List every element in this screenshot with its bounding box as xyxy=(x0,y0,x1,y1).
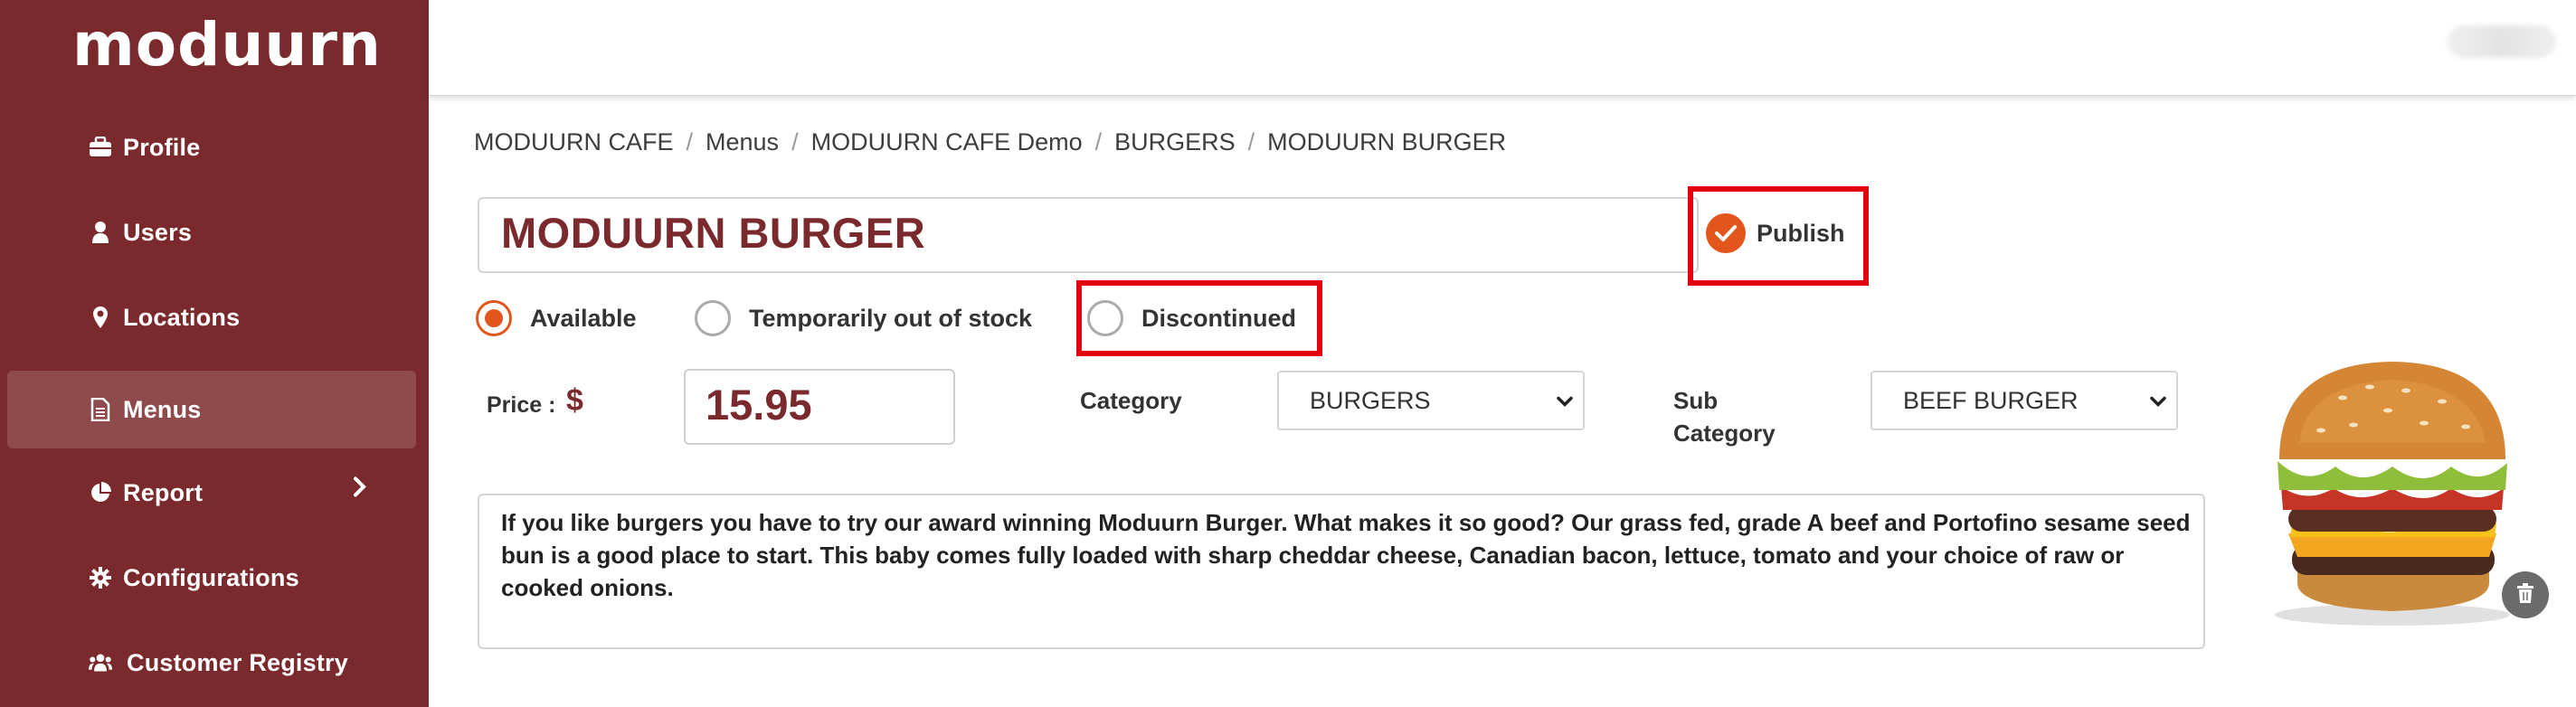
breadcrumb-separator: / xyxy=(791,128,799,156)
breadcrumb: MODUURN CAFE / Menus / MODUURN CAFE Demo… xyxy=(474,128,1506,156)
currency-symbol: $ xyxy=(566,383,583,418)
sidebar-item-customer-registry[interactable]: Customer Registry xyxy=(7,624,416,702)
sidebar-item-report[interactable]: Report xyxy=(7,454,416,532)
subcategory-label-line2: Category xyxy=(1673,419,1776,447)
sidebar-item-label: Customer Registry xyxy=(127,648,348,676)
briefcase-icon xyxy=(89,136,112,159)
user-menu[interactable] xyxy=(2448,25,2556,58)
sidebar-item-label: Users xyxy=(123,218,193,246)
breadcrumb-item[interactable]: MODUURN CAFE xyxy=(474,128,674,156)
radio-circle xyxy=(1087,300,1123,336)
sidebar-item-users[interactable]: Users xyxy=(7,193,416,271)
sidebar-item-configurations[interactable]: Configurations xyxy=(7,539,416,617)
chevron-down-icon xyxy=(2149,387,2167,415)
app-window: moduurn Profile Users Locations Menus Re… xyxy=(0,0,2576,707)
publish-toggle[interactable]: Publish xyxy=(1706,213,1845,253)
radio-discontinued[interactable]: Discontinued xyxy=(1087,300,1296,336)
sidebar-item-label: Menus xyxy=(123,395,202,423)
trash-icon xyxy=(2515,582,2535,608)
radio-circle xyxy=(695,300,731,336)
brand-logo[interactable]: moduurn xyxy=(72,13,380,78)
breadcrumb-current: MODUURN BURGER xyxy=(1267,128,1507,156)
subcategory-select[interactable]: BEEF BURGER xyxy=(1870,371,2178,430)
item-name-value: MODUURN BURGER xyxy=(501,209,926,257)
delete-photo-button[interactable] xyxy=(2502,571,2549,618)
subcategory-label-line1: Sub xyxy=(1673,387,1719,414)
description-text: If you like burgers you have to try our … xyxy=(501,509,2191,601)
sidebar-item-label: Configurations xyxy=(123,563,299,591)
sidebar-item-locations[interactable]: Locations xyxy=(7,278,416,356)
sidebar-item-menus[interactable]: Menus xyxy=(7,371,416,448)
svg-text:moduurn: moduurn xyxy=(72,13,380,78)
sidebar-item-label: Profile xyxy=(123,133,201,161)
category-select[interactable]: BURGERS xyxy=(1277,371,1585,430)
user-icon xyxy=(89,221,112,244)
breadcrumb-separator: / xyxy=(1247,128,1255,156)
radio-circle xyxy=(476,300,512,336)
sidebar-item-label: Locations xyxy=(123,303,241,331)
radio-label: Discontinued xyxy=(1141,304,1297,332)
category-label: Category xyxy=(1080,387,1182,414)
sidebar: moduurn Profile Users Locations Menus Re… xyxy=(0,0,429,707)
price-value: 15.95 xyxy=(706,381,812,429)
category-value: BURGERS xyxy=(1310,386,1431,414)
breadcrumb-item[interactable]: BURGERS xyxy=(1114,128,1236,156)
sidebar-item-profile[interactable]: Profile xyxy=(7,108,416,186)
document-icon xyxy=(89,398,112,421)
users-group-icon xyxy=(89,651,112,674)
map-pin-icon xyxy=(89,306,112,329)
pie-chart-icon xyxy=(89,481,112,504)
chevron-right-icon xyxy=(353,476,367,504)
subcategory-value: BEEF BURGER xyxy=(1903,386,2079,414)
gear-icon xyxy=(89,566,112,589)
sidebar-item-label: Report xyxy=(123,478,204,506)
checkmark-icon xyxy=(1706,213,1746,253)
breadcrumb-separator: / xyxy=(1094,128,1103,156)
top-bar xyxy=(429,0,2576,96)
breadcrumb-item[interactable]: Menus xyxy=(706,128,779,156)
chevron-down-icon xyxy=(1556,387,1574,415)
radio-temporarily-out-of-stock[interactable]: Temporarily out of stock xyxy=(695,300,1032,336)
radio-label: Available xyxy=(530,304,637,332)
breadcrumb-separator: / xyxy=(686,128,694,156)
breadcrumb-item[interactable]: MODUURN CAFE Demo xyxy=(811,128,1083,156)
radio-label: Temporarily out of stock xyxy=(749,304,1033,332)
price-label: Price : xyxy=(487,392,556,418)
publish-label: Publish xyxy=(1757,219,1845,247)
radio-available[interactable]: Available xyxy=(476,300,637,336)
item-photo[interactable] xyxy=(2252,344,2533,633)
